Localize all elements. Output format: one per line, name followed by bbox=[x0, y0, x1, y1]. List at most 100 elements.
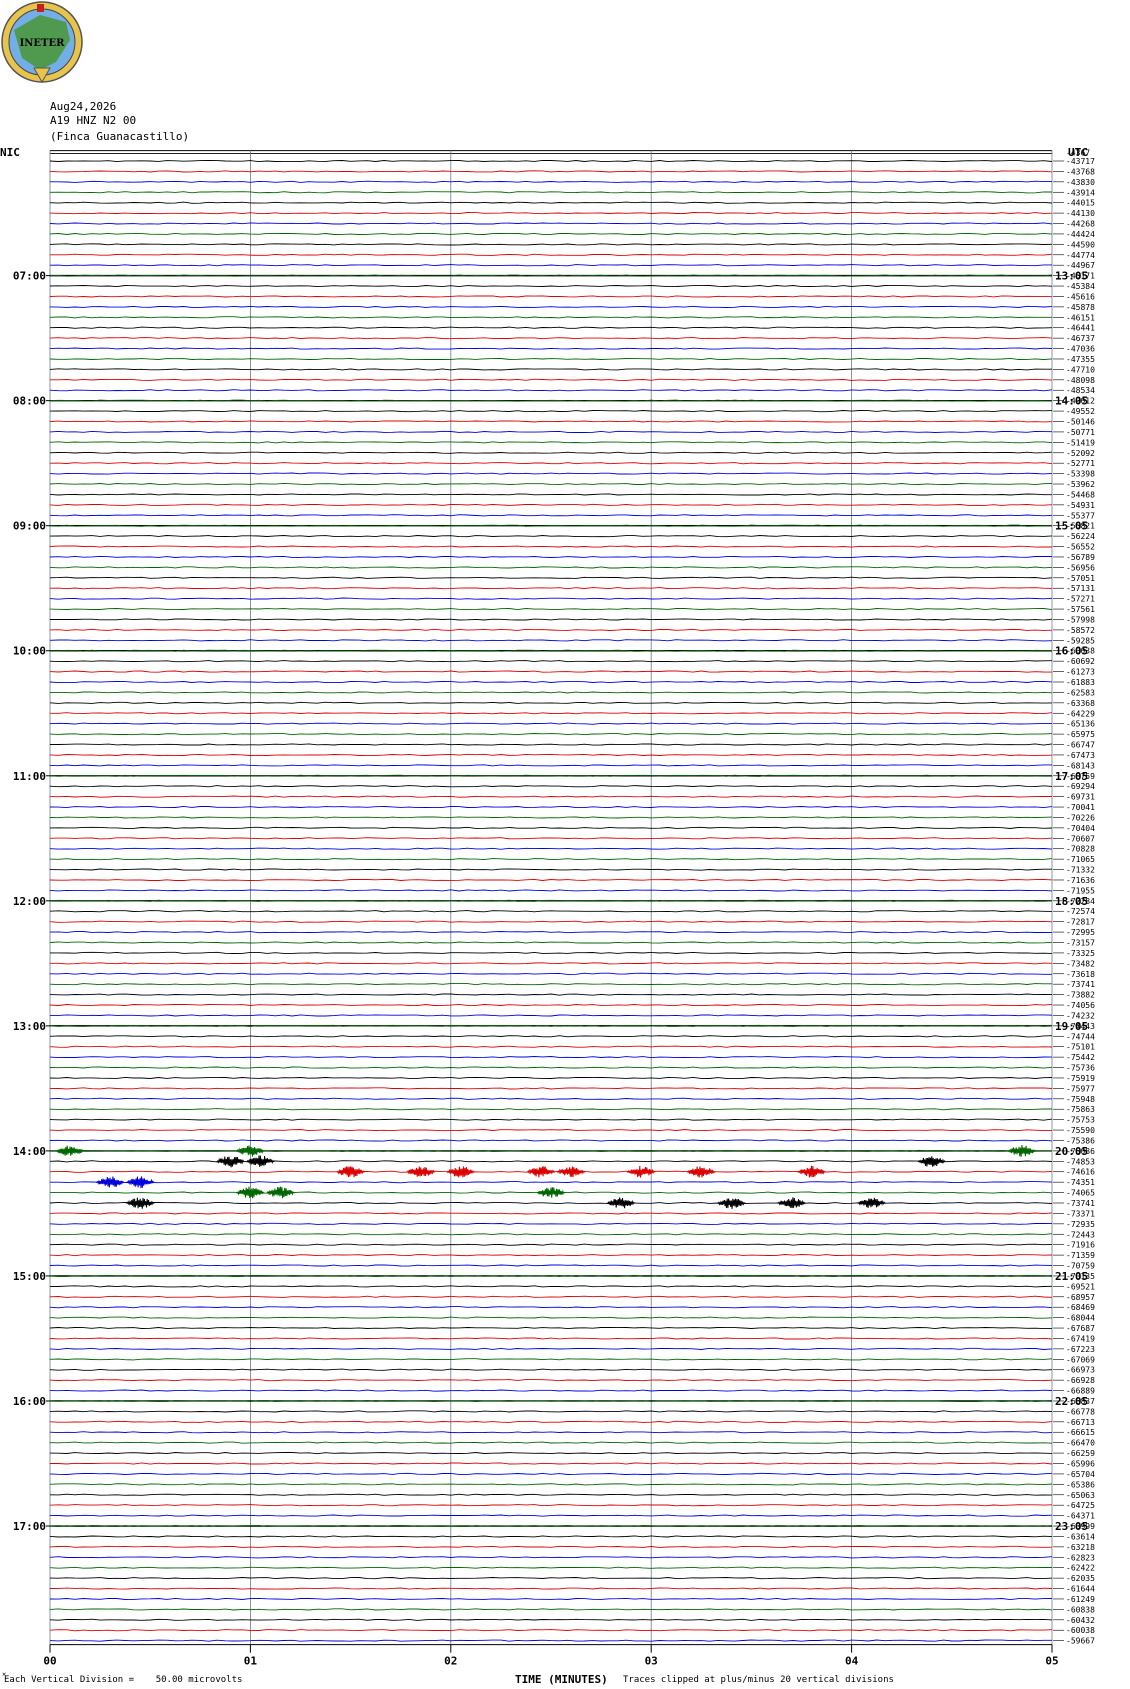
trace-row bbox=[49, 576, 1053, 579]
row-offset-label: -73741 bbox=[1066, 980, 1095, 989]
trace-row bbox=[49, 1587, 1053, 1590]
row-offset-label: -70607 bbox=[1066, 834, 1095, 843]
row-offset-label: -72995 bbox=[1066, 928, 1095, 937]
row-offset-label: -56224 bbox=[1066, 532, 1095, 541]
row-offset-label: -57271 bbox=[1066, 595, 1095, 604]
row-offset-label: -54468 bbox=[1066, 490, 1095, 499]
row-offset-label: -43768 bbox=[1066, 167, 1095, 176]
row-offset-label: -45384 bbox=[1066, 282, 1095, 291]
row-offset-label: -74744 bbox=[1066, 1032, 1095, 1041]
row-offset-label: -72574 bbox=[1066, 907, 1095, 916]
row-offset-label: -44268 bbox=[1066, 220, 1095, 229]
seismic-event bbox=[55, 1145, 85, 1156]
trace-row bbox=[50, 691, 1053, 694]
row-offset-label: -73482 bbox=[1066, 959, 1095, 968]
trace-row bbox=[49, 170, 1053, 173]
trace-row bbox=[49, 1566, 1052, 1569]
trace-row bbox=[49, 295, 1053, 298]
row-offset-label: -62823 bbox=[1066, 1553, 1095, 1562]
x-tick-label: 00 bbox=[43, 1655, 56, 1668]
trace-row bbox=[49, 941, 1053, 944]
seismic-event bbox=[687, 1166, 716, 1178]
trace-row bbox=[49, 212, 1053, 215]
row-offset-label: -67687 bbox=[1066, 1324, 1095, 1333]
row-offset-label: -61644 bbox=[1066, 1585, 1095, 1594]
trace-row bbox=[49, 1472, 1053, 1475]
row-offset-label: -47355 bbox=[1066, 355, 1095, 364]
trace-row bbox=[49, 889, 1053, 892]
seismic-event bbox=[1007, 1144, 1037, 1157]
seismic-event bbox=[336, 1166, 365, 1178]
row-offset-label: -47036 bbox=[1066, 345, 1095, 354]
trace-row bbox=[49, 316, 1052, 319]
trace-row bbox=[49, 1504, 1053, 1507]
trace-row bbox=[49, 430, 1053, 433]
trace-row bbox=[49, 868, 1052, 871]
trace-row bbox=[49, 1056, 1053, 1059]
trace-row bbox=[49, 733, 1053, 736]
seismic-event bbox=[266, 1186, 295, 1199]
trace-row bbox=[50, 1462, 1053, 1465]
row-offset-label: -62422 bbox=[1066, 1564, 1095, 1573]
row-offset-label: -68469 bbox=[1066, 1303, 1095, 1312]
local-hour-label: 08:00 bbox=[13, 395, 46, 408]
trace-row bbox=[49, 535, 1053, 538]
trace-row bbox=[49, 1410, 1053, 1413]
utc-hour-label: 13:05 bbox=[1055, 270, 1088, 283]
row-offset-label: -74065 bbox=[1066, 1189, 1095, 1198]
seismic-event bbox=[857, 1197, 886, 1209]
row-offset-label: -66778 bbox=[1066, 1407, 1095, 1416]
utc-hour-label: 15:05 bbox=[1055, 520, 1088, 533]
row-offset-label: -63218 bbox=[1066, 1543, 1095, 1552]
trace-row bbox=[49, 1420, 1053, 1423]
row-offset-label: -69294 bbox=[1066, 782, 1095, 791]
row-offset-label: -57561 bbox=[1066, 605, 1095, 614]
trace-row bbox=[49, 1597, 1053, 1601]
trace-row bbox=[49, 639, 1053, 642]
row-offset-label: -61249 bbox=[1066, 1595, 1095, 1604]
trace-row bbox=[49, 983, 1052, 986]
trace-row bbox=[49, 566, 1053, 569]
trace-row bbox=[49, 1129, 1053, 1132]
trace-row bbox=[49, 1003, 1053, 1007]
x-tick-label: 02 bbox=[444, 1655, 457, 1668]
trace-row bbox=[49, 1306, 1053, 1309]
trace-row bbox=[49, 701, 1053, 704]
row-offset-label: -71332 bbox=[1066, 866, 1095, 875]
seismic-event bbox=[606, 1197, 636, 1209]
utc-hour-label: 18:05 bbox=[1055, 895, 1088, 908]
row-offset-label: -67223 bbox=[1066, 1345, 1095, 1354]
trace-row bbox=[50, 962, 1053, 965]
trace-row bbox=[49, 232, 1053, 235]
trace-row bbox=[49, 420, 1053, 423]
row-offset-label: -65996 bbox=[1066, 1460, 1095, 1469]
trace-row bbox=[49, 1577, 1053, 1580]
trace-row bbox=[49, 1347, 1053, 1350]
row-offset-label: -44590 bbox=[1066, 240, 1095, 249]
row-offset-label: -74351 bbox=[1066, 1178, 1095, 1187]
row-offset-label: -61883 bbox=[1066, 678, 1095, 687]
row-offset-label: -51419 bbox=[1066, 438, 1095, 447]
row-offset-label: -50146 bbox=[1066, 418, 1095, 427]
row-offset-label: -64725 bbox=[1066, 1501, 1095, 1510]
row-offset-label: -75948 bbox=[1066, 1095, 1095, 1104]
local-hour-label: 10:00 bbox=[13, 645, 46, 658]
local-hour-label: 17:00 bbox=[13, 1520, 46, 1533]
row-offset-label: -53398 bbox=[1066, 470, 1095, 479]
row-offset-label: -73325 bbox=[1066, 949, 1095, 958]
trace-row bbox=[49, 1441, 1053, 1444]
row-offset-label: -75736 bbox=[1066, 1064, 1095, 1073]
trace-row bbox=[49, 1493, 1053, 1496]
trace-row bbox=[49, 1254, 1053, 1257]
trace-row bbox=[49, 764, 1052, 767]
row-offset-label: -56956 bbox=[1066, 563, 1095, 572]
trace-row bbox=[49, 326, 1053, 329]
trace-row bbox=[49, 670, 1053, 673]
trace-row bbox=[49, 972, 1052, 975]
row-offset-label: -75753 bbox=[1066, 1116, 1095, 1125]
trace-row bbox=[49, 545, 1052, 548]
trace-row bbox=[50, 618, 1053, 621]
trace-row bbox=[49, 1087, 1053, 1090]
row-offset-label: -73882 bbox=[1066, 991, 1095, 1000]
row-offset-label: -48098 bbox=[1066, 376, 1095, 385]
